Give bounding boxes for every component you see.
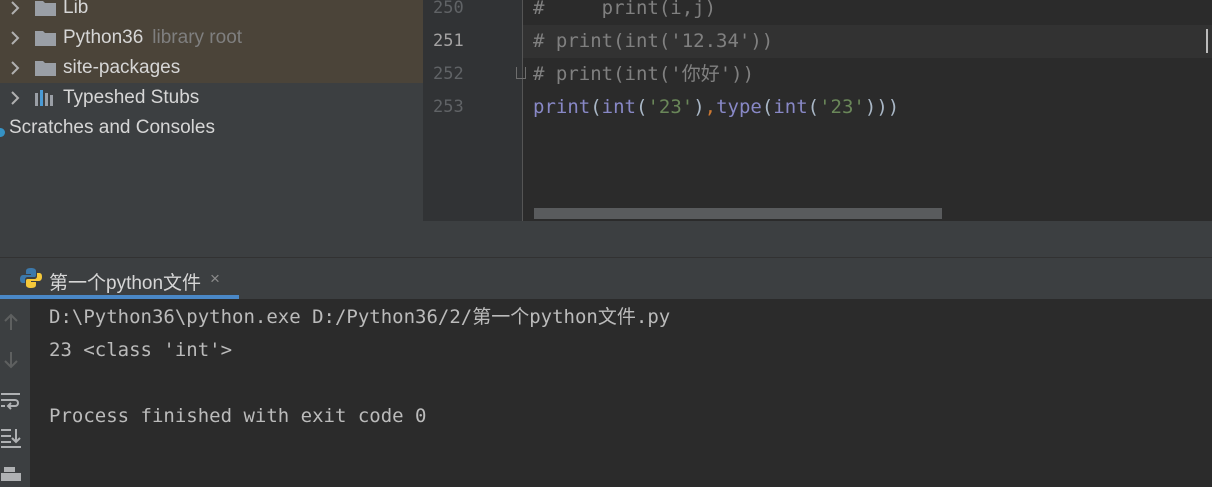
folder-icon xyxy=(35,31,56,46)
code-line-251[interactable]: # print(int('12.34')) xyxy=(533,25,773,58)
library-root-hint: library root xyxy=(152,27,243,48)
editor-bottom-panel xyxy=(423,221,1212,257)
tree-item-python36[interactable]: Python36 library root xyxy=(0,23,423,53)
chevron-right-icon[interactable] xyxy=(8,83,22,113)
scroll-to-end-icon[interactable] xyxy=(0,426,22,448)
print-icon[interactable] xyxy=(0,464,22,486)
code-line-250[interactable]: # print(i,j) xyxy=(533,0,716,25)
tree-item-label: Scratches and Consoles xyxy=(9,117,215,138)
code-line-252[interactable]: # print(int('你好')) xyxy=(533,58,754,91)
run-console-output[interactable]: D:\Python36\python.exe D:/Python36/2/第一个… xyxy=(30,299,1212,487)
chevron-right-icon[interactable] xyxy=(8,0,22,23)
tree-item-label: Typeshed Stubs xyxy=(63,87,200,108)
line-number-current: 251 xyxy=(433,31,464,51)
code-editor[interactable]: 250 251 252 253 # print(i,j) # print(int… xyxy=(423,0,1212,257)
console-line: D:\Python36\python.exe D:/Python36/2/第一个… xyxy=(49,306,671,328)
chevron-right-icon[interactable] xyxy=(8,23,22,53)
folder-icon xyxy=(35,1,56,16)
run-toolbar xyxy=(0,299,30,487)
line-number: 252 xyxy=(433,64,464,84)
console-line: 23 <class 'int'> xyxy=(49,339,233,361)
tree-item-label: Python36 xyxy=(63,27,144,48)
text-caret xyxy=(1206,29,1208,53)
project-tree: Lib Python36 library root site-packages T… xyxy=(0,0,423,257)
line-number: 253 xyxy=(433,97,464,117)
chevron-right-icon[interactable] xyxy=(8,53,22,83)
fold-end-icon[interactable] xyxy=(516,67,526,79)
python-icon xyxy=(20,268,42,288)
gutter-divider xyxy=(522,0,523,221)
soft-wrap-icon[interactable] xyxy=(0,389,22,411)
horizontal-scrollbar-thumb[interactable] xyxy=(534,208,942,219)
close-icon[interactable]: × xyxy=(210,269,220,289)
run-tab[interactable]: 第一个python文件 × xyxy=(0,258,239,299)
tree-item-scratches[interactable]: Scratches and Consoles xyxy=(0,113,423,143)
code-line-253[interactable]: print(int('23'),type(int('23'))) xyxy=(533,91,899,124)
line-number-gutter[interactable]: 250 251 252 253 xyxy=(423,0,523,221)
tree-item-site-packages[interactable]: site-packages xyxy=(0,53,423,83)
tree-item-lib[interactable]: Lib xyxy=(0,0,423,23)
console-line: Process finished with exit code 0 xyxy=(49,405,427,427)
scroll-down-icon[interactable] xyxy=(0,349,22,371)
line-number: 250 xyxy=(433,0,464,18)
folder-icon xyxy=(35,61,56,76)
scroll-up-icon[interactable] xyxy=(0,311,22,333)
tree-item-typeshed-stubs[interactable]: Typeshed Stubs xyxy=(0,83,423,113)
tree-item-label: Lib xyxy=(63,0,89,18)
run-tab-label: 第一个python文件 xyxy=(49,273,202,294)
run-tool-window-header: 第一个python文件 × xyxy=(0,257,1212,299)
tree-item-label: site-packages xyxy=(63,57,181,78)
library-bars-icon xyxy=(35,90,53,106)
